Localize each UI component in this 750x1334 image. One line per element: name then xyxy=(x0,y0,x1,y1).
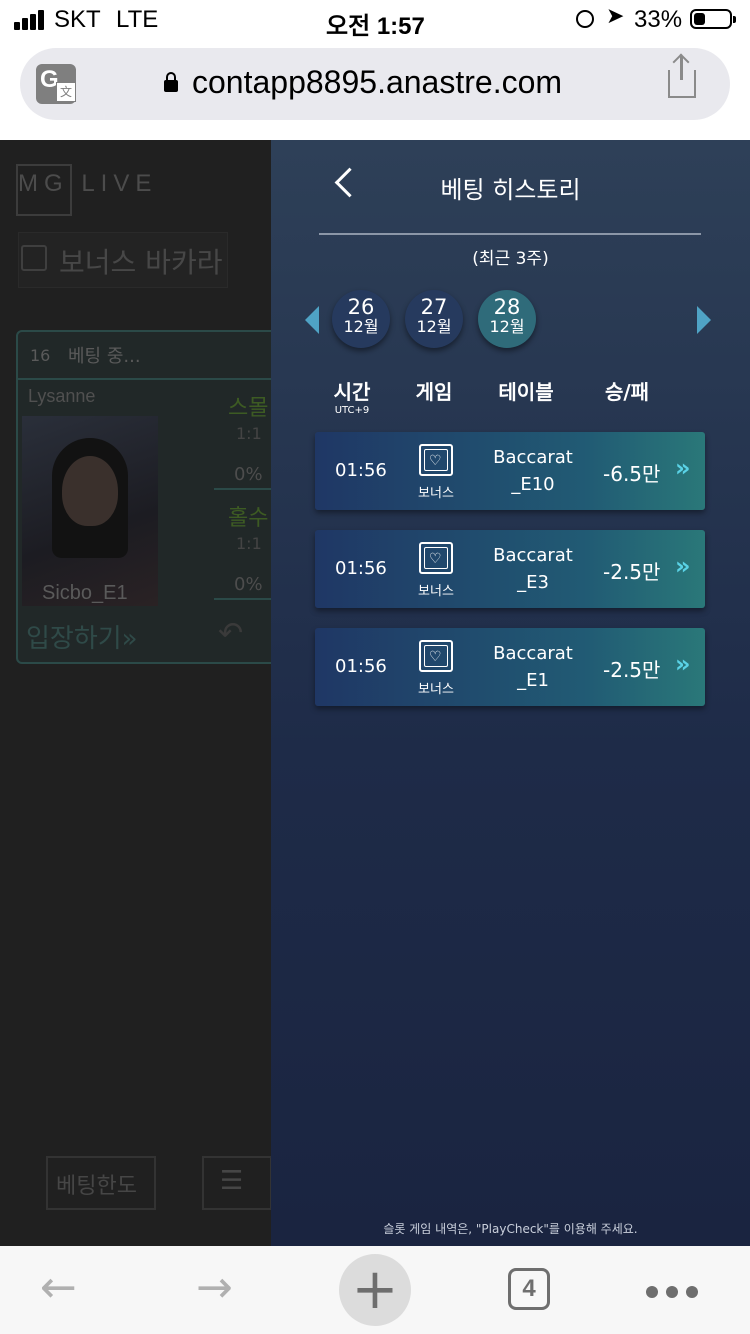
new-tab-plus-icon[interactable]: + xyxy=(339,1254,411,1326)
header-table: 테이블 xyxy=(498,380,554,404)
category-label: 보너스 바카라 xyxy=(59,246,223,279)
row-table: Baccarat _E3 xyxy=(493,545,573,593)
bet1-label: 스몰 xyxy=(228,396,269,421)
table-number: 16 xyxy=(30,346,51,365)
history-row[interactable]: 01:56 ♡ 보너스 Baccarat _E3 -2.5만 » xyxy=(315,530,705,608)
forward-arrow-icon[interactable]: → xyxy=(196,1266,233,1310)
card-heart-icon xyxy=(21,245,47,271)
back-arrow-icon[interactable]: ← xyxy=(40,1266,77,1310)
date-chip[interactable]: 27 12월 xyxy=(405,290,463,348)
battery-icon xyxy=(690,9,736,29)
history-row[interactable]: 01:56 ♡ 보너스 Baccarat _E10 -6.5만 » xyxy=(315,432,705,510)
location-arrow-icon: ➤ xyxy=(606,4,625,29)
signal-bar-2 xyxy=(22,18,28,30)
category-tab[interactable]: 보너스 바카라 xyxy=(18,232,228,288)
row-game: 보너스 xyxy=(418,486,454,501)
undo-icon[interactable]: ↶ xyxy=(218,616,243,651)
sort-button[interactable]: ☰ xyxy=(202,1156,271,1210)
row-result: -6.5만 xyxy=(603,462,661,486)
panel-subtitle: (최근 3주) xyxy=(472,249,549,269)
row-detail-chevron-icon[interactable]: » xyxy=(675,454,691,482)
bonus-card-icon: ♡ xyxy=(419,640,453,672)
row-game: 보너스 xyxy=(418,584,454,599)
bet2-label: 홀수 xyxy=(228,506,269,531)
bet-limit-button[interactable]: 베팅한도 xyxy=(46,1156,156,1210)
row-table: Baccarat _E1 xyxy=(493,643,573,691)
row-result: -2.5만 xyxy=(603,658,661,682)
sort-icon: ☰ xyxy=(220,1166,244,1196)
header-result: 승/패 xyxy=(604,380,650,404)
rotation-lock-icon xyxy=(576,10,594,28)
network-label: LTE xyxy=(116,6,159,33)
row-time: 01:56 xyxy=(335,558,387,579)
betting-history-panel: 베팅 히스토리 (최근 3주) 26 12월 27 12월 28 12월 시간 … xyxy=(271,140,750,1246)
row-detail-chevron-icon[interactable]: » xyxy=(675,650,691,678)
bet2-percent: 0% xyxy=(234,574,263,595)
browser-header: G 文 contapp8895.anastre.com xyxy=(0,40,750,140)
row-result: -2.5만 xyxy=(603,560,661,584)
logo: MG LIVE xyxy=(18,170,158,197)
table-card[interactable]: 16 베팅 중... Lysanne Sicbo_E1 스몰 1:1 0% 홀수… xyxy=(16,330,271,664)
table-status: 베팅 중... xyxy=(68,346,141,367)
tabs-button[interactable]: 4 xyxy=(508,1268,550,1310)
signal-bar-4 xyxy=(38,10,44,30)
battery-percent: 33% xyxy=(634,6,683,33)
history-row[interactable]: 01:56 ♡ 보너스 Baccarat _E1 -2.5만 » xyxy=(315,628,705,706)
bet-limit-label: 베팅한도 xyxy=(56,1174,137,1199)
row-table: Baccarat _E10 xyxy=(493,447,573,495)
more-menu-dot[interactable] xyxy=(666,1286,678,1298)
more-menu-icon[interactable] xyxy=(646,1286,658,1298)
bet1-percent: 0% xyxy=(234,464,263,485)
table-name: Sicbo_E1 xyxy=(42,582,128,604)
header-time: 시간 xyxy=(333,380,371,404)
clock: 오전 1:57 xyxy=(326,13,425,40)
prev-date-arrow-icon[interactable] xyxy=(305,306,319,334)
background-lobby: MG LIVE 보너스 바카라 16 베팅 중... Lysanne Sicbo… xyxy=(0,140,271,1246)
row-time: 01:56 xyxy=(335,656,387,677)
share-icon[interactable] xyxy=(668,53,696,98)
date-month: 12월 xyxy=(489,317,525,336)
date-chip[interactable]: 26 12월 xyxy=(332,290,390,348)
row-detail-chevron-icon[interactable]: » xyxy=(675,552,691,580)
title-divider xyxy=(319,233,701,235)
lock-icon xyxy=(164,72,178,92)
panel-title: 베팅 히스토리 xyxy=(440,176,581,204)
bet2-odds: 1:1 xyxy=(236,534,262,553)
url-text[interactable]: contapp8895.anastre.com xyxy=(192,64,562,101)
date-day: 28 xyxy=(493,295,521,319)
dealer-photo: Sicbo_E1 xyxy=(22,416,158,606)
date-day: 27 xyxy=(420,295,448,319)
bet1-odds: 1:1 xyxy=(236,424,262,443)
date-chip-selected[interactable]: 28 12월 xyxy=(478,290,536,348)
status-bar: SKT LTE 오전 1:57 ➤ 33% xyxy=(0,0,750,40)
carrier-label: SKT xyxy=(54,6,101,33)
more-menu-dot[interactable] xyxy=(686,1286,698,1298)
date-day: 26 xyxy=(347,295,375,319)
browser-toolbar: ← → + 4 xyxy=(0,1246,750,1334)
signal-bar-3 xyxy=(30,14,36,30)
enter-link[interactable]: 입장하기» xyxy=(26,618,138,655)
footnote: 슬롯 게임 내역은, "PlayCheck"를 이용해 주세요. xyxy=(383,1222,638,1236)
row-time: 01:56 xyxy=(335,460,387,481)
header-time-zone: UTC+9 xyxy=(334,405,370,416)
header-game: 게임 xyxy=(415,380,453,404)
bonus-card-icon: ♡ xyxy=(419,542,453,574)
dealer-name: Lysanne xyxy=(28,386,96,406)
bonus-card-icon: ♡ xyxy=(419,444,453,476)
date-month: 12월 xyxy=(416,317,452,336)
row-game: 보너스 xyxy=(418,682,454,697)
signal-bar-1 xyxy=(14,22,20,30)
battery-level xyxy=(694,13,705,25)
address-bar[interactable]: G 文 contapp8895.anastre.com xyxy=(20,48,730,120)
next-date-arrow-icon[interactable] xyxy=(697,306,711,334)
date-month: 12월 xyxy=(343,317,379,336)
translate-icon[interactable]: G 文 xyxy=(36,64,76,104)
